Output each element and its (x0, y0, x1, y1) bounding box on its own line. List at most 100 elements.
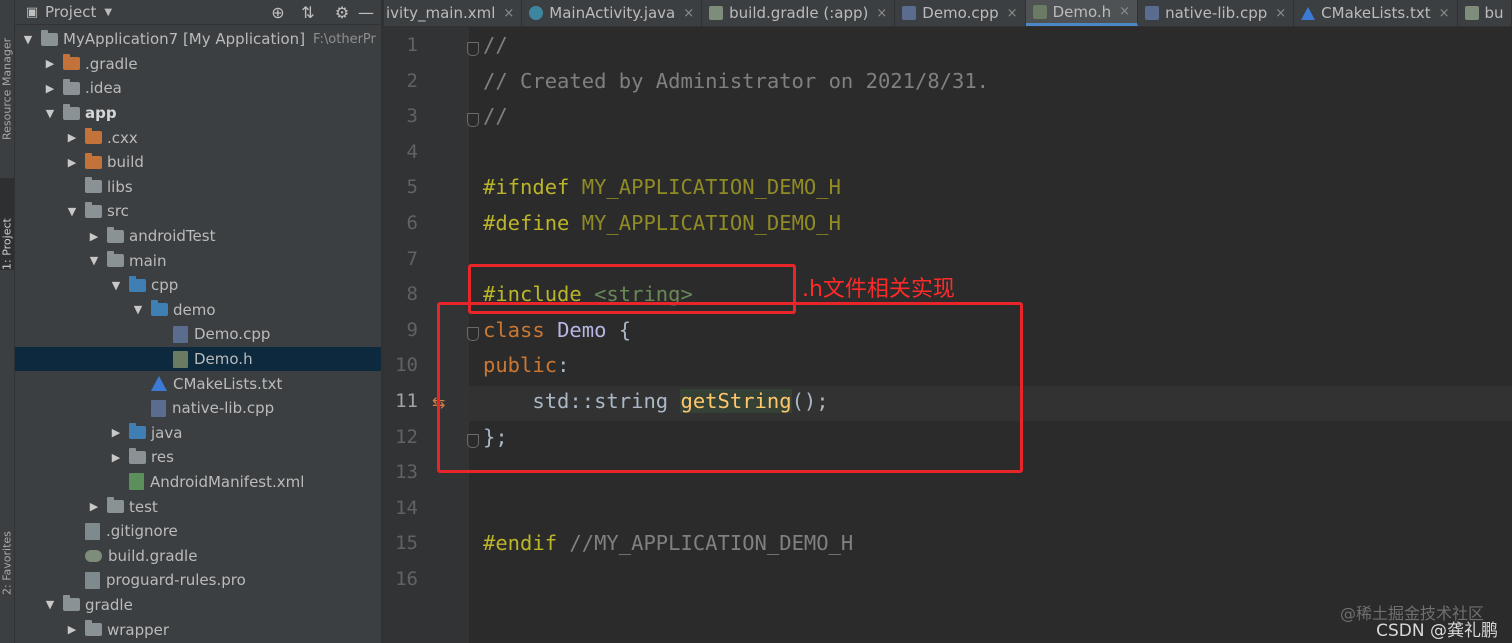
close-icon[interactable]: × (876, 6, 887, 21)
tree-item[interactable]: ▶ androidTest (15, 224, 381, 249)
editor-tab[interactable]: build.gradle (:app) × (702, 0, 896, 26)
hide-icon[interactable]: — (357, 3, 375, 22)
expand-arrow-icon[interactable]: ▼ (21, 33, 35, 46)
tree-item-label: build (107, 153, 144, 172)
collapse-arrow-icon[interactable]: ▶ (109, 451, 123, 464)
collapse-arrow-icon[interactable]: ▶ (109, 426, 123, 439)
editor-tab[interactable]: native-lib.cpp × (1138, 0, 1295, 26)
tree-item[interactable]: ▶ test (15, 494, 381, 519)
tree-item[interactable]: Demo.cpp (15, 322, 381, 347)
tree-item[interactable]: ▼ main (15, 248, 381, 273)
tree-item[interactable]: ▼ MyApplication7 [My Application] F:\other… (15, 27, 381, 52)
close-icon[interactable]: × (1275, 6, 1286, 21)
code-line[interactable]: // (483, 33, 508, 57)
tree-item[interactable]: ▼ gradle (15, 593, 381, 618)
editor-tab[interactable]: MainActivity.java × (522, 0, 703, 26)
expand-arrow-icon[interactable]: ▼ (109, 279, 123, 292)
tree-item[interactable]: ▶ build (15, 150, 381, 175)
project-tab[interactable]: 1: Project (0, 178, 14, 270)
tool-window-strip: Resource Manager 1: Project 2: Favorites (0, 0, 15, 643)
tree-item[interactable]: ▼ app (15, 101, 381, 126)
tree-item[interactable]: proguard-rules.pro (15, 568, 381, 593)
tree-item[interactable]: libs (15, 175, 381, 200)
tree-item[interactable]: native-lib.cpp (15, 396, 381, 421)
close-icon[interactable]: × (683, 6, 694, 21)
code-line[interactable]: #define MY_APPLICATION_DEMO_H (483, 211, 841, 235)
code-line[interactable]: // Created by Administrator on 2021/8/31… (483, 69, 989, 93)
tree-item[interactable]: ▶ .gradle (15, 52, 381, 77)
code-line[interactable]: #endif //MY_APPLICATION_DEMO_H (483, 531, 853, 555)
chevron-down-icon[interactable]: ▼ (104, 7, 112, 18)
tree-item[interactable]: CMakeLists.txt (15, 371, 381, 396)
code-line[interactable]: // (483, 104, 508, 128)
collapse-arrow-icon[interactable]: ▶ (65, 623, 79, 636)
collapse-arrow-icon[interactable]: ▶ (87, 230, 101, 243)
project-panel: ▣ Project ▼ ⊕ ⇅ ⚙ — ▼ MyApplication7 [My … (15, 0, 381, 643)
editor-tab-label: ivity_main.xml (386, 4, 496, 22)
excluded-folder-icon (85, 152, 102, 169)
collapse-arrow-icon[interactable]: ▶ (65, 156, 79, 169)
tree-item-label: java (151, 423, 183, 442)
tree-item[interactable]: ▼ demo (15, 298, 381, 323)
tree-item-label: CMakeLists.txt (173, 374, 283, 393)
expand-arrow-icon[interactable]: ▼ (43, 598, 57, 611)
tree-item-label: androidTest (129, 227, 216, 246)
fold-marker-icon[interactable] (467, 42, 479, 56)
tree-item[interactable]: Demo.h (15, 346, 381, 372)
tree-item[interactable]: ▶ res (15, 445, 381, 470)
text-file-icon (85, 571, 100, 589)
tree-item[interactable]: ▶ wrapper (15, 617, 381, 642)
close-icon[interactable]: × (1007, 6, 1018, 21)
tree-item[interactable]: build.gradle (15, 543, 381, 568)
editor-tab[interactable]: CMakeLists.txt × (1294, 0, 1458, 26)
project-view-selector[interactable]: Project (45, 3, 96, 21)
gear-icon[interactable]: ⚙ (333, 3, 351, 22)
collapse-arrow-icon[interactable]: ▶ (43, 82, 57, 95)
locate-icon[interactable]: ⊕ (269, 3, 287, 22)
tree-item[interactable]: ▶ java (15, 421, 381, 446)
line-number: 5 (406, 176, 418, 199)
close-icon[interactable]: × (1119, 4, 1130, 19)
expand-arrow-icon[interactable]: ▼ (65, 205, 79, 218)
expand-arrow-icon[interactable]: ▼ (43, 107, 57, 120)
tree-item[interactable]: AndroidManifest.xml (15, 470, 381, 495)
editor-tab[interactable]: Demo.cpp × (895, 0, 1026, 26)
tree-item-label: Demo.h (194, 350, 253, 369)
collapse-all-icon[interactable]: ⇅ (299, 3, 317, 22)
tree-item-label: AndroidManifest.xml (150, 472, 305, 491)
code-line[interactable]: #ifndef MY_APPLICATION_DEMO_H (483, 175, 841, 199)
tree-item[interactable]: ▶ .idea (15, 76, 381, 101)
line-number: 13 (395, 461, 418, 484)
code-token: #ifndef (483, 175, 582, 200)
source-folder-icon (129, 275, 146, 292)
folder-icon (85, 201, 102, 218)
project-tree: ▼ MyApplication7 [My Application] F:\other… (15, 27, 381, 642)
editor-tab[interactable]: Demo.h × (1025, 0, 1139, 26)
tree-item[interactable]: ▼ src (15, 199, 381, 224)
collapse-arrow-icon[interactable]: ▶ (65, 131, 79, 144)
expand-arrow-icon[interactable]: ▼ (131, 303, 145, 316)
expand-arrow-icon[interactable]: ▼ (87, 254, 101, 267)
favorites-tab[interactable]: 2: Favorites (0, 505, 14, 595)
tree-item[interactable]: ▶ .cxx (15, 125, 381, 150)
editor-tab[interactable]: bu (1458, 0, 1512, 26)
tree-item[interactable]: ▼ cpp (15, 273, 381, 298)
tree-item-label: MyApplication7 [My Application] (63, 30, 306, 49)
source-folder-icon (151, 300, 168, 317)
editor-tab[interactable]: ivity_main.xml × (384, 0, 523, 26)
close-icon[interactable]: × (1439, 6, 1450, 21)
close-icon[interactable]: × (503, 6, 514, 21)
collapse-arrow-icon[interactable]: ▶ (43, 57, 57, 70)
tree-item-label: .gradle (85, 54, 138, 73)
tree-item-label: libs (107, 177, 133, 196)
resource-manager-tab[interactable]: Resource Manager (0, 0, 14, 140)
editor-tab-label: bu (1484, 4, 1504, 22)
line-number: 11 (395, 390, 418, 412)
collapse-arrow-icon[interactable]: ▶ (87, 500, 101, 513)
tree-item-label: res (151, 448, 174, 467)
cpp-file-icon (1145, 6, 1160, 20)
cpp-file-icon (173, 325, 188, 343)
fold-marker-icon[interactable] (467, 113, 479, 128)
tree-item[interactable]: .gitignore (15, 519, 381, 544)
tree-item-label: wrapper (107, 620, 170, 639)
